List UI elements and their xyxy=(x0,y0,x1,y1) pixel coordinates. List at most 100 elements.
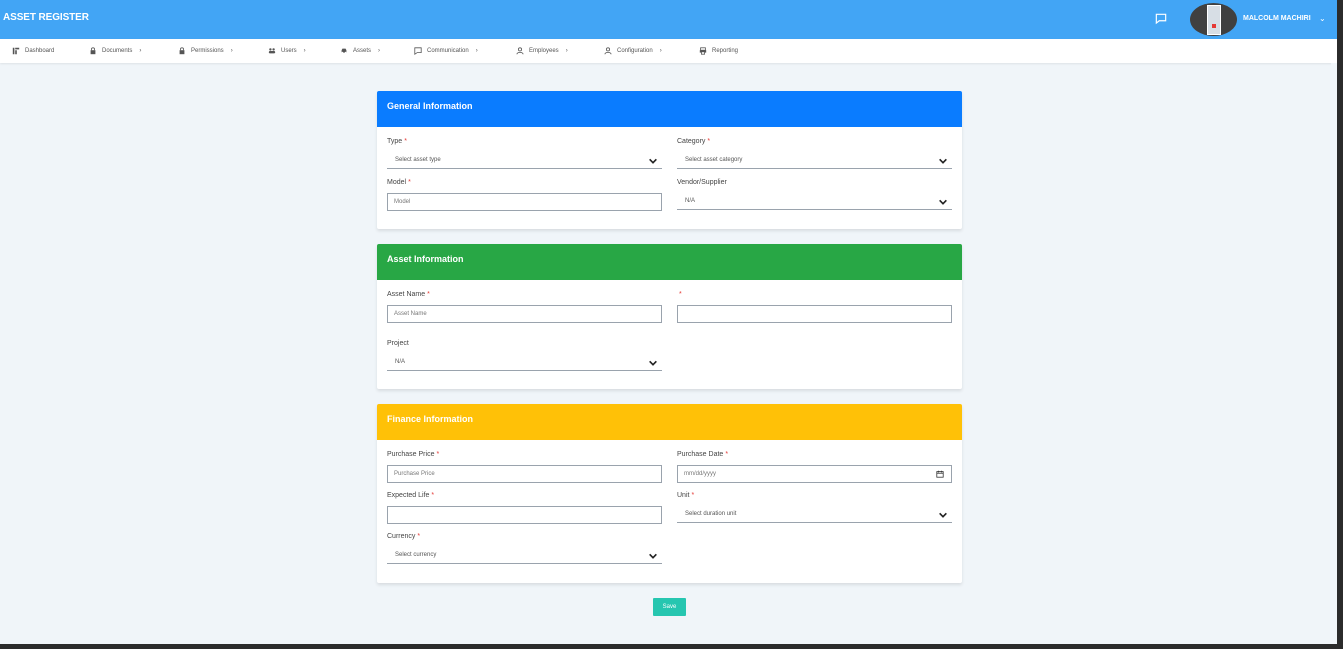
currency-label: Currency * xyxy=(387,533,420,540)
required-marker: * xyxy=(679,291,682,298)
category-label-text: Category xyxy=(677,138,706,145)
user-name[interactable]: MALCOLM MACHIRI xyxy=(1243,15,1311,22)
type-select[interactable]: Select asset type xyxy=(387,153,662,169)
nav-item-reporting[interactable]: Reporting xyxy=(699,45,738,57)
calendar-icon[interactable] xyxy=(936,470,944,478)
category-label: Category * xyxy=(677,138,710,145)
nav-label-employees: Employees xyxy=(529,48,559,54)
app-window: ASSET REGISTER MALCOLM MACHIRI ⌄ Dashboa… xyxy=(0,0,1337,644)
expected-life-label-text: Expected Life xyxy=(387,492,430,499)
dashboard-icon xyxy=(12,47,20,55)
chevron-right-icon: › xyxy=(565,48,568,54)
general-information-header: General Information xyxy=(377,91,962,127)
required-marker: * xyxy=(404,138,407,145)
save-button[interactable]: Save xyxy=(653,598,686,616)
currency-select-value: Select currency xyxy=(395,552,437,558)
nav-item-configuration[interactable]: Configuration › xyxy=(604,45,662,57)
purchase-price-label-text: Purchase Price xyxy=(387,451,435,458)
chevron-right-icon: › xyxy=(659,48,662,54)
expected-life-input[interactable] xyxy=(387,506,662,524)
project-select[interactable]: N/A xyxy=(387,355,662,371)
nav-label-communication: Communication xyxy=(427,48,469,54)
purchase-date-label: Purchase Date * xyxy=(677,451,728,458)
model-input[interactable]: Model xyxy=(387,193,662,211)
chevron-down-icon xyxy=(649,158,657,164)
vendor-label: Vendor/Supplier xyxy=(677,179,727,186)
category-select-value: Select asset category xyxy=(685,157,743,163)
chevron-down-icon xyxy=(939,512,947,518)
lock-icon xyxy=(90,47,96,55)
vendor-select[interactable]: N/A xyxy=(677,194,952,210)
unit-label-text: Unit xyxy=(677,492,690,499)
nav-label-reporting: Reporting xyxy=(712,48,739,54)
nav-item-communication[interactable]: Communication › xyxy=(414,45,478,57)
printer-icon xyxy=(699,47,707,55)
category-select[interactable]: Select asset category xyxy=(677,153,952,169)
page-scrollbar[interactable] xyxy=(1331,63,1337,644)
purchase-price-input[interactable]: Purchase Price xyxy=(387,465,662,483)
chevron-down-icon[interactable]: ⌄ xyxy=(1319,14,1326,23)
message-square-icon[interactable] xyxy=(1154,12,1168,26)
chevron-right-icon: › xyxy=(475,48,478,54)
type-select-value: Select asset type xyxy=(395,157,441,163)
project-label: Project xyxy=(387,340,409,347)
chevron-down-icon xyxy=(939,158,947,164)
unit-select-value: Select duration unit xyxy=(685,511,737,517)
nav-item-users[interactable]: Users › xyxy=(268,45,306,57)
main-nav: Dashboard Documents › Permissions › User… xyxy=(0,39,1337,63)
nav-label-assets: Assets xyxy=(353,48,372,54)
vendor-select-value: N/A xyxy=(685,198,696,204)
user-icon xyxy=(604,47,612,55)
chevron-right-icon: › xyxy=(139,48,142,54)
nav-item-employees[interactable]: Employees › xyxy=(516,45,568,57)
currency-select[interactable]: Select currency xyxy=(387,548,662,564)
nav-item-permissions[interactable]: Permissions › xyxy=(178,45,233,57)
nav-item-documents[interactable]: Documents › xyxy=(89,45,141,57)
general-information-card: General Information Type * Select asset t… xyxy=(377,91,962,229)
chevron-right-icon: › xyxy=(303,48,306,54)
model-label: Model * xyxy=(387,179,411,186)
chevron-down-icon xyxy=(649,360,657,366)
unit-select[interactable]: Select duration unit xyxy=(677,507,952,523)
avatar[interactable] xyxy=(1190,3,1237,36)
required-marker: * xyxy=(725,451,729,458)
top-bar: ASSET REGISTER MALCOLM MACHIRI ⌄ xyxy=(0,0,1337,39)
asset-information-card: Asset Information Asset Name * Asset Name… xyxy=(377,244,962,389)
chevron-down-icon xyxy=(649,553,657,559)
required-marker: * xyxy=(417,533,421,540)
type-label: Type * xyxy=(387,138,407,145)
nav-label-documents: Documents xyxy=(102,48,133,54)
nav-label-permissions: Permissions xyxy=(191,48,224,54)
required-marker: * xyxy=(408,179,411,186)
purchase-date-input[interactable]: mm/dd/yyyy xyxy=(677,465,952,483)
model-label-text: Model xyxy=(387,179,407,186)
nav-label-configuration: Configuration xyxy=(617,48,653,54)
unnamed-label: * xyxy=(677,291,682,298)
nav-label-users: Users xyxy=(281,48,297,54)
nav-item-dashboard[interactable]: Dashboard xyxy=(12,45,54,57)
users-icon xyxy=(268,48,276,54)
expected-life-label: Expected Life * xyxy=(387,492,434,499)
unit-label: Unit * xyxy=(677,492,694,499)
unnamed-input[interactable] xyxy=(677,305,952,323)
required-marker: * xyxy=(707,138,711,145)
purchase-price-label: Purchase Price * xyxy=(387,451,439,458)
currency-label-text: Currency xyxy=(387,533,416,540)
purchase-date-label-text: Purchase Date xyxy=(677,451,724,458)
nav-label-dashboard: Dashboard xyxy=(25,48,55,54)
purchase-date-placeholder: mm/dd/yyyy xyxy=(684,471,717,477)
required-marker: * xyxy=(691,492,695,499)
nav-item-assets[interactable]: Assets › xyxy=(340,45,380,57)
asset-name-label-text: Asset Name xyxy=(387,291,426,298)
asset-name-label: Asset Name * xyxy=(387,291,430,298)
finance-information-card: Finance Information Purchase Price * Purc… xyxy=(377,404,962,583)
profile-photo xyxy=(1207,5,1221,35)
app-title: ASSET REGISTER xyxy=(3,12,89,23)
lock-icon xyxy=(179,47,185,55)
finance-information-header: Finance Information xyxy=(377,404,962,440)
asset-name-input[interactable]: Asset Name xyxy=(387,305,662,323)
chevron-right-icon: › xyxy=(378,48,381,54)
required-marker: * xyxy=(427,291,430,298)
type-label-text: Type xyxy=(387,138,403,145)
project-select-value: N/A xyxy=(395,359,406,365)
